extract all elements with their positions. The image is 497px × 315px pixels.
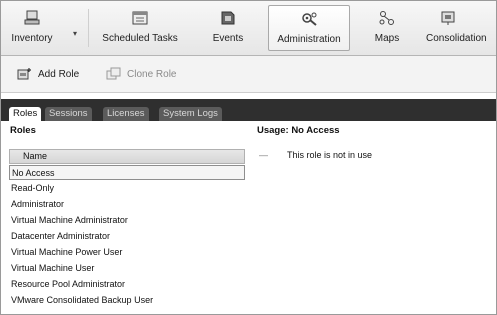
role-row[interactable]: Read-Only	[9, 181, 245, 196]
tab-strip: Roles Sessions Licenses System Logs	[1, 99, 496, 121]
tab-system-logs[interactable]: System Logs	[159, 107, 222, 121]
toolbar-item-label: Consolidation	[426, 33, 487, 44]
tab-sessions[interactable]: Sessions	[45, 107, 92, 121]
column-header-label: Name	[23, 151, 48, 161]
toolbar-events-button[interactable]: Events	[205, 5, 251, 51]
toolbar-item-label: Inventory	[11, 33, 53, 44]
role-row[interactable]: Virtual Machine Administrator	[9, 213, 245, 228]
name-column-header[interactable]: Name	[9, 149, 245, 164]
main-toolbar: Inventory ▾ Scheduled Tasks Events Admin…	[1, 1, 496, 56]
toolbar-item-label: Administration	[277, 34, 341, 45]
consolidation-icon	[438, 9, 458, 27]
role-row[interactable]: Virtual Machine User	[9, 261, 245, 276]
role-row[interactable]: Datacenter Administrator	[9, 229, 245, 244]
toolbar-separator	[88, 9, 89, 47]
roles-heading: Roles	[10, 125, 36, 136]
toolbar-consolidation-button[interactable]: Consolidation	[426, 5, 496, 51]
add-role-icon	[17, 67, 33, 81]
administration-icon	[299, 10, 319, 28]
usage-message: This role is not in use	[287, 150, 373, 160]
scheduled-tasks-icon	[130, 9, 150, 27]
toolbar-item-label: Maps	[374, 33, 400, 44]
clone-role-icon	[106, 67, 122, 81]
role-row[interactable]: VMware Consolidated Backup User	[9, 293, 245, 308]
inventory-icon	[22, 9, 42, 27]
usage-heading: Usage: No Access	[257, 125, 340, 136]
usage-dash: —	[259, 150, 268, 160]
toolbar-item-label: Events	[212, 33, 244, 44]
chevron-down-icon[interactable]: ▾	[73, 29, 77, 38]
action-bar: Add Role Clone Role	[1, 56, 496, 93]
window: Inventory ▾ Scheduled Tasks Events Admin…	[0, 0, 497, 315]
maps-icon	[377, 9, 397, 27]
role-row[interactable]: Virtual Machine Power User	[9, 245, 245, 260]
role-row[interactable]: No Access	[9, 165, 245, 180]
role-row[interactable]: Resource Pool Administrator	[9, 277, 245, 292]
tab-roles[interactable]: Roles	[9, 107, 42, 121]
add-role-button[interactable]: Add Role	[17, 65, 79, 83]
toolbar-item-label: Scheduled Tasks	[102, 33, 178, 44]
add-role-label: Add Role	[38, 68, 80, 80]
role-row[interactable]: Administrator	[9, 197, 245, 212]
toolbar-inventory-button[interactable]: Inventory	[7, 5, 57, 51]
events-icon	[218, 9, 238, 27]
toolbar-maps-button[interactable]: Maps	[371, 5, 403, 51]
tab-licenses[interactable]: Licenses	[103, 107, 149, 121]
toolbar-scheduled-tasks-button[interactable]: Scheduled Tasks	[97, 5, 183, 51]
clone-role-label: Clone Role	[127, 68, 177, 80]
clone-role-button[interactable]: Clone Role	[106, 65, 176, 83]
toolbar-administration-button[interactable]: Administration	[268, 5, 350, 51]
